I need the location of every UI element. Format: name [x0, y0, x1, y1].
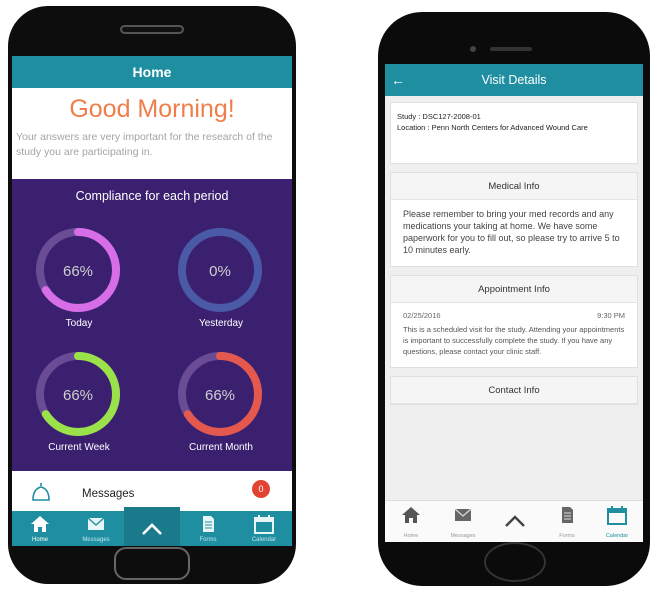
ring-value: 66% — [63, 387, 93, 404]
location-line: Location : Penn North Centers for Advanc… — [397, 123, 588, 132]
nav-messages[interactable]: Messages — [68, 511, 124, 546]
visit-title: Visit Details — [481, 73, 547, 87]
iphone: ← Visit Details Study : DSC127-2008-01 L… — [378, 12, 650, 586]
nav-label: Home — [31, 537, 48, 543]
visit-bottom-nav: Home Messages Forms Calendar — [385, 500, 643, 542]
ring-current-month: 66% — [178, 352, 262, 436]
back-arrow-icon[interactable]: ← — [391, 64, 405, 96]
chevron-up-icon — [505, 515, 525, 527]
nav-calendar[interactable]: Calendar — [591, 501, 643, 542]
earpiece — [490, 47, 532, 51]
appointment-body: This is a scheduled visit for the study.… — [403, 325, 625, 356]
home-icon — [402, 507, 420, 523]
nav-home[interactable]: Home — [385, 501, 437, 542]
compliance-title: Compliance for each period — [75, 189, 229, 203]
home-title: Home — [132, 64, 172, 80]
nav-label: Home — [403, 533, 419, 539]
ring-current-week: 66% — [36, 352, 120, 436]
envelope-icon — [87, 517, 105, 530]
home-screen: Home Good Morning! Your answers are very… — [12, 56, 292, 546]
nav-messages[interactable]: Messages — [437, 501, 489, 542]
chevron-up-icon — [142, 523, 162, 535]
hardware-home-button[interactable] — [114, 547, 190, 580]
study-card: Study : DSC127-2008-01 Location : Penn N… — [390, 102, 638, 164]
front-camera — [470, 46, 476, 52]
nav-label: Forms — [559, 533, 575, 539]
calendar-icon — [607, 506, 627, 525]
messages-badge: 0 — [252, 480, 270, 498]
appointment-time: 9:30 PM — [597, 311, 625, 320]
nav-home[interactable]: Home — [12, 511, 68, 546]
speaker-grille — [120, 25, 184, 34]
home-bottom-nav: Home Messages Forms Calendar — [12, 507, 292, 546]
study-line: Study : DSC127-2008-01 — [397, 112, 481, 121]
stage: Home Good Morning! Your answers are very… — [0, 0, 653, 589]
android-phone: Home Good Morning! Your answers are very… — [8, 6, 296, 584]
document-icon — [562, 507, 573, 523]
ring-label-current-month: Current Month — [189, 442, 253, 453]
calendar-icon — [254, 515, 274, 534]
contact-info-title: Contact Info — [391, 377, 637, 404]
visit-app-bar: ← Visit Details — [385, 64, 643, 96]
nav-label: Messages — [450, 533, 476, 539]
home-icon — [31, 516, 49, 532]
ring-label-today: Today — [65, 318, 93, 329]
contact-info-card: Contact Info — [390, 376, 638, 405]
nav-label: Messages — [82, 537, 110, 543]
nav-label: Forms — [199, 537, 217, 543]
ring-value: 0% — [209, 263, 231, 280]
ring-today: 66% — [36, 228, 120, 312]
nav-calendar[interactable]: Calendar — [236, 511, 292, 546]
ring-label-current-week: Current Week — [48, 442, 110, 453]
appointment-date: 02/25/2016 — [403, 311, 441, 320]
home-app-bar: Home — [12, 56, 292, 88]
compliance-panel: Compliance for each period 66% 0% 66% 66… — [12, 179, 292, 471]
medical-info-body: Please remember to bring your med record… — [403, 209, 620, 255]
compliance-rings: 66% 0% 66% 66% — [36, 228, 262, 436]
envelope-icon — [454, 508, 472, 521]
appointment-meta: 02/25/2016 9:30 PM — [391, 303, 637, 322]
nav-label: Calendar — [605, 533, 629, 539]
nav-label: Calendar — [251, 537, 277, 543]
document-icon — [203, 516, 214, 532]
appointment-info-card: Appointment Info 02/25/2016 9:30 PM This… — [390, 275, 638, 368]
nav-expand[interactable] — [489, 501, 541, 542]
medical-info-card: Medical Info Please remember to bring yo… — [390, 172, 638, 267]
nav-forms[interactable]: Forms — [541, 501, 593, 542]
appointment-info-title: Appointment Info — [391, 276, 637, 303]
ring-label-yesterday: Yesterday — [198, 318, 244, 329]
nav-expand[interactable] — [124, 511, 180, 546]
messages-label: Messages — [82, 488, 135, 500]
nav-forms[interactable]: Forms — [180, 511, 236, 546]
messages-row[interactable]: Messages 0 — [12, 471, 292, 511]
visit-details-screen: ← Visit Details Study : DSC127-2008-01 L… — [385, 64, 643, 542]
bell-icon — [32, 483, 50, 501]
ring-yesterday: 0% — [178, 228, 262, 312]
hardware-home-button[interactable] — [484, 542, 546, 582]
ring-value: 66% — [205, 387, 235, 404]
medical-info-title: Medical Info — [391, 173, 637, 200]
visit-content[interactable]: Study : DSC127-2008-01 Location : Penn N… — [385, 96, 643, 506]
ring-value: 66% — [63, 263, 93, 280]
greeting: Good Morning! — [69, 95, 235, 123]
